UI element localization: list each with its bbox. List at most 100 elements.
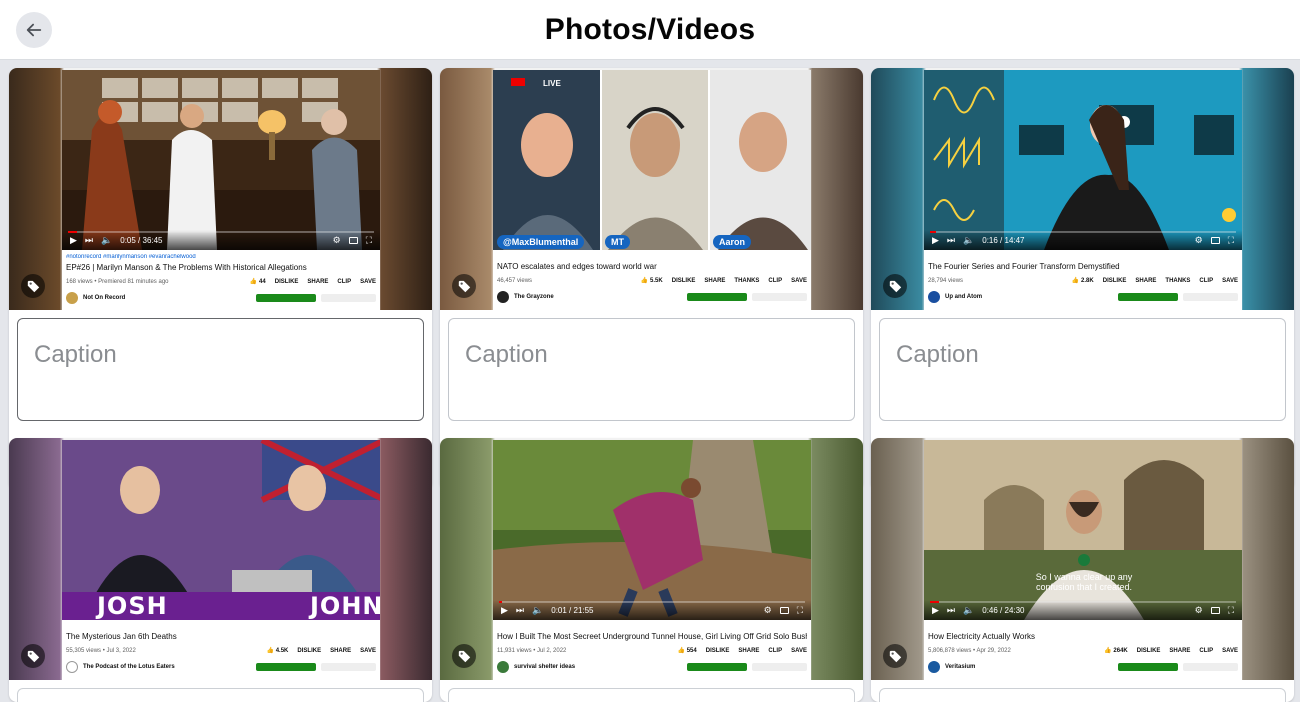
time-display: 0:46 / 24:30 [982,605,1025,615]
fullscreen-icon[interactable]: ⛶ [1228,235,1234,246]
miniplayer-icon[interactable] [1210,606,1220,614]
dislike-label: DISLIKE [671,277,696,284]
fullscreen-icon[interactable]: ⛶ [797,605,803,616]
join-button [256,663,316,671]
screenshot-thumbnail: ▶ ⏭ 🔈 0:16 / 14:47 ⚙ ⛶ The Fourier Serie… [924,70,1242,310]
participant-label: MT [605,235,630,249]
play-icon[interactable]: ▶ [70,235,77,246]
channel-name: survival shelter ideas [514,664,576,670]
channel-name: Veritasium [945,664,976,670]
fullscreen-icon[interactable]: ⛶ [366,235,372,246]
media-preview[interactable]: ▶ ⏭ 🔈 0:16 / 14:47 ⚙ ⛶ The Fourier Serie… [871,68,1294,310]
channel-avatar [66,661,78,673]
video-info: The Fourier Series and Fourier Transform… [924,252,1242,310]
save-label: SAVE [360,278,376,285]
tag-icon [458,650,470,662]
video-frame: ▶ ⏭ 🔈 0:01 / 21:55 ⚙ ⛶ [493,440,811,620]
next-icon[interactable]: ⏭ [85,235,93,246]
channel-avatar [928,291,940,303]
caption-input[interactable] [448,688,855,702]
next-icon[interactable]: ⏭ [516,605,524,616]
view-count: 168 views • Premiered 81 minutes ago [66,278,169,285]
caption-input[interactable]: Caption [17,318,424,421]
view-count: 28,794 views [928,277,964,284]
join-button [1118,663,1178,671]
play-icon[interactable]: ▶ [501,605,508,616]
media-preview[interactable]: ▶ ⏭ 🔈 0:05 / 36:45 ⚙ ⛶ #notonrecord #mar… [9,68,432,310]
channel-avatar [497,291,509,303]
tag-button[interactable] [21,274,45,298]
media-preview[interactable]: ▶ ⏭ 🔈 0:01 / 21:55 ⚙ ⛶ How I Built The M… [440,438,863,680]
channel-name: Up and Atom [945,294,983,300]
caption-input[interactable]: Caption [448,318,855,421]
tag-icon [889,650,901,662]
next-icon[interactable]: ⏭ [947,605,955,616]
join-button [256,294,316,302]
tag-button[interactable] [452,274,476,298]
volume-icon[interactable]: 🔈 [963,235,974,246]
subscribed-button [321,294,376,302]
settings-icon[interactable]: ⚙ [764,605,772,616]
share-label: SHARE [307,278,329,285]
play-icon[interactable]: ▶ [932,605,939,616]
video-info: How I Built The Most Secreet Underground… [493,622,811,680]
save-label: SAVE [1222,277,1238,284]
volume-icon[interactable]: 🔈 [963,605,974,616]
tag-icon [458,280,470,292]
tag-button[interactable] [883,644,907,668]
clip-label: CLIP [768,277,783,284]
top-bar: Photos/Videos [0,0,1300,60]
host-name-overlay: JOHN [310,592,380,620]
tag-button[interactable] [883,274,907,298]
video-info: NATO escalates and edges toward world wa… [493,252,811,310]
channel-name: Not On Record [83,295,126,301]
video-info: The Mysterious Jan 6th Deaths 55,305 vie… [62,622,380,680]
video-frame: ▶ ⏭ 🔈 0:05 / 36:45 ⚙ ⛶ [62,70,380,250]
arrow-left-icon [26,23,42,37]
settings-icon[interactable]: ⚙ [1195,235,1203,246]
media-preview[interactable]: JOSH JOHN The Mysterious Jan 6th Deaths … [9,438,432,680]
miniplayer-icon[interactable] [348,236,358,244]
miniplayer-icon[interactable] [779,606,789,614]
tag-icon [889,280,901,292]
next-icon[interactable]: ⏭ [947,235,955,246]
tag-button[interactable] [21,644,45,668]
view-count: 11,931 views • Jul 2, 2022 [497,647,567,654]
share-label: SHARE [1135,277,1157,284]
play-icon[interactable]: ▶ [932,235,939,246]
time-display: 0:05 / 36:45 [120,235,163,245]
video-frame: ▶ ⏭ 🔈 0:16 / 14:47 ⚙ ⛶ [924,70,1242,250]
screenshot-thumbnail: LIVE @MaxBlumenthal MT Aaron NATO escala… [493,70,811,310]
back-button[interactable] [16,12,52,48]
subscribed-button [321,663,376,671]
caption-input[interactable] [879,688,1286,702]
save-label: SAVE [791,277,807,284]
tag-icon [27,650,39,662]
media-preview[interactable]: So I wanna clear up any confusion that I… [871,438,1294,680]
volume-icon[interactable]: 🔈 [532,605,543,616]
thanks-label: THANKS [1165,277,1191,284]
fullscreen-icon[interactable]: ⛶ [1228,605,1234,616]
miniplayer-icon[interactable] [1210,236,1220,244]
participant-label: @MaxBlumenthal [497,235,585,249]
page-title: Photos/Videos [544,12,756,46]
join-button [1118,293,1178,301]
screenshot-thumbnail: So I wanna clear up any confusion that I… [924,440,1242,680]
dislike-label: DISLIKE [1136,647,1161,654]
share-label: SHARE [330,647,352,654]
screenshot-thumbnail: ▶ ⏭ 🔈 0:01 / 21:55 ⚙ ⛶ How I Built The M… [493,440,811,680]
media-card: ▶ ⏭ 🔈 0:01 / 21:55 ⚙ ⛶ How I Built The M… [440,438,863,702]
host-name-overlay: JOSH [97,592,168,620]
clip-label: CLIP [1199,647,1214,654]
join-button [687,293,747,301]
caption-input[interactable] [17,688,424,702]
settings-icon[interactable]: ⚙ [333,235,341,246]
volume-icon[interactable]: 🔈 [101,235,112,246]
dislike-label: DISLIKE [274,278,299,285]
like-count: 👍 4.5K [266,648,289,654]
thanks-label: THANKS [734,277,760,284]
media-preview[interactable]: LIVE @MaxBlumenthal MT Aaron NATO escala… [440,68,863,310]
caption-input[interactable]: Caption [879,318,1286,421]
tag-button[interactable] [452,644,476,668]
settings-icon[interactable]: ⚙ [1195,605,1203,616]
